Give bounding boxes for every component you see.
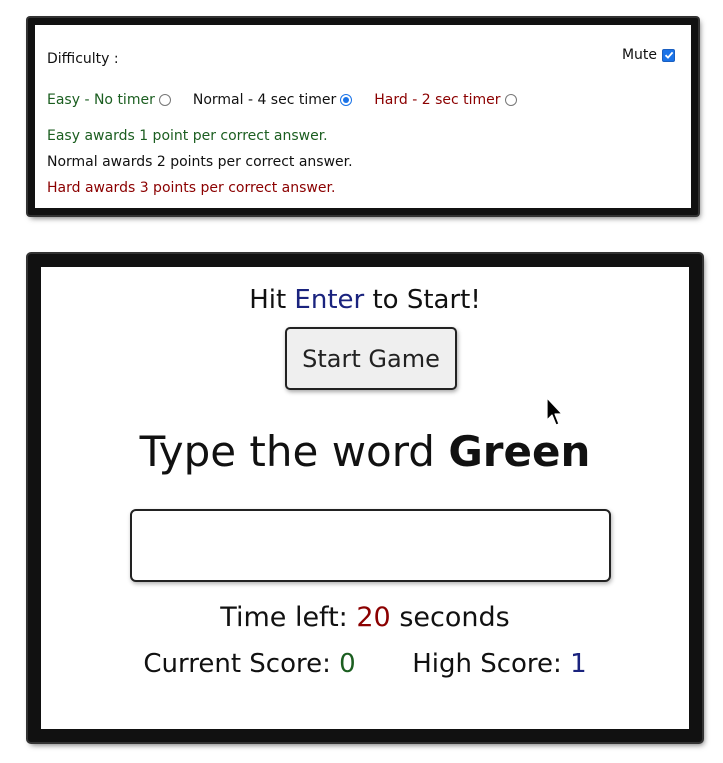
time-suffix: seconds — [399, 602, 510, 633]
hard-radio[interactable] — [504, 94, 517, 106]
prompt-prefix: Type the word — [139, 427, 435, 476]
mute-label: Mute — [621, 47, 657, 63]
easy-radio[interactable] — [158, 94, 171, 106]
normal-radio[interactable] — [340, 94, 353, 106]
game-panel: Hit Enter to Start! Start Game Type the … — [28, 254, 702, 742]
difficulty-options: Easy - No timer Normal - 4 sec timer Har… — [47, 92, 539, 108]
score-row: Current Score: 0 High Score: 1 — [41, 649, 689, 679]
arrow-cursor-icon — [546, 397, 563, 426]
check-icon — [664, 51, 673, 59]
mute-checkbox[interactable] — [662, 48, 675, 62]
high-score-value: 1 — [570, 649, 587, 679]
hard-option-label: Hard - 2 sec timer — [374, 92, 501, 108]
normal-option-label: Normal - 4 sec timer — [192, 92, 337, 108]
target-word: Green — [448, 427, 591, 476]
settings-panel: Difficulty : Mute Easy - No timer Normal… — [28, 18, 698, 215]
current-score-value: 0 — [339, 649, 356, 679]
time-value: 20 — [356, 602, 391, 633]
easy-description: Easy awards 1 point per correct answer. — [47, 128, 328, 144]
answer-input[interactable] — [130, 509, 611, 582]
start-game-button[interactable]: Start Game — [285, 327, 457, 390]
difficulty-label: Difficulty : — [47, 51, 119, 67]
high-score-label: High Score: — [412, 649, 562, 679]
time-prefix: Time left: — [220, 602, 348, 633]
mute-toggle[interactable]: Mute — [622, 47, 675, 63]
word-prompt: Type the word Green — [41, 427, 689, 476]
hint-prefix: Hit — [249, 285, 287, 315]
easy-option-label: Easy - No timer — [47, 92, 155, 108]
hint-key: Enter — [294, 285, 365, 315]
hint-suffix: to Start! — [372, 285, 481, 315]
time-left: Time left: 20 seconds — [41, 602, 689, 633]
current-score-label: Current Score: — [143, 649, 331, 679]
difficulty-option-normal[interactable]: Normal - 4 sec timer — [192, 92, 353, 108]
difficulty-option-hard[interactable]: Hard - 2 sec timer — [374, 92, 517, 108]
hard-description: Hard awards 3 points per correct answer. — [47, 180, 336, 196]
normal-description: Normal awards 2 points per correct answe… — [47, 154, 353, 170]
difficulty-option-easy[interactable]: Easy - No timer — [47, 92, 171, 108]
start-hint: Hit Enter to Start! — [41, 285, 689, 315]
